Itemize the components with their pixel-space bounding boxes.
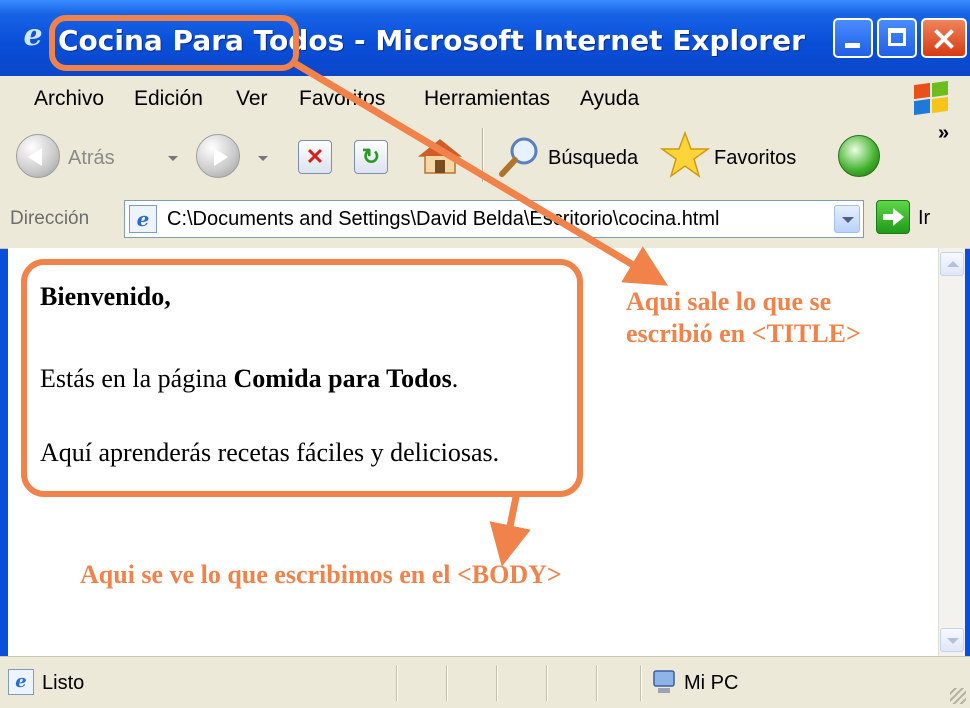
vertical-scrollbar[interactable] bbox=[938, 248, 965, 656]
page-line-2: Estás en la página Comida para Todos. bbox=[40, 364, 458, 394]
page-line-3: Aquí aprenderás recetas fáciles y delici… bbox=[40, 438, 500, 467]
zone-text: Mi PC bbox=[684, 672, 739, 694]
status-text: Listo bbox=[42, 672, 85, 694]
scroll-down-arrow-icon[interactable] bbox=[940, 628, 964, 652]
menu-ver[interactable]: Ver bbox=[236, 87, 268, 111]
body-annotation: Aqui se ve lo que escribimos en el <BODY… bbox=[80, 560, 562, 589]
back-button-label[interactable]: Atrás bbox=[68, 147, 115, 170]
resize-grip-icon[interactable] bbox=[950, 688, 966, 704]
status-separator bbox=[640, 665, 642, 701]
favorites-button-label[interactable]: Favoritos bbox=[714, 147, 796, 170]
windows-logo-icon bbox=[912, 80, 952, 116]
close-button[interactable] bbox=[921, 18, 967, 58]
title-annotation-line-2: escribió en <TITLE> bbox=[626, 319, 861, 348]
page-greeting: Bienvenido, bbox=[40, 282, 171, 311]
minimize-button[interactable] bbox=[833, 18, 873, 58]
title-annotation: Aqui sale lo que se escribió en <TITLE> bbox=[626, 286, 861, 350]
search-icon[interactable] bbox=[497, 134, 543, 180]
stop-icon[interactable]: ✕ bbox=[298, 140, 332, 174]
page-line-2-suffix: . bbox=[451, 364, 459, 393]
menu-favoritos[interactable]: Favoritos bbox=[299, 87, 385, 111]
page-status-icon: e bbox=[8, 669, 34, 695]
status-separator bbox=[596, 665, 598, 701]
app-title: Microsoft Internet Explorer bbox=[375, 24, 805, 57]
back-dropdown-icon[interactable] bbox=[168, 156, 178, 161]
search-button-label[interactable]: Búsqueda bbox=[548, 147, 638, 170]
toolbar-separator bbox=[482, 128, 484, 182]
address-input[interactable]: e C:\Documents and Settings\David Belda\… bbox=[124, 200, 864, 238]
menu-herramientas[interactable]: Herramientas bbox=[424, 87, 550, 111]
back-arrow-icon[interactable] bbox=[16, 134, 60, 178]
go-arrow-icon[interactable] bbox=[876, 200, 910, 234]
menu-ayuda[interactable]: Ayuda bbox=[580, 87, 639, 111]
standard-toolbar bbox=[0, 120, 970, 193]
maximize-button[interactable] bbox=[877, 18, 917, 58]
browser-window: e Cocina Para Todos - Microsoft Internet… bbox=[0, 0, 970, 708]
my-computer-icon bbox=[653, 670, 675, 693]
menu-archivo[interactable]: Archivo bbox=[34, 87, 104, 111]
page-line-2-prefix: Estás en la página bbox=[40, 364, 234, 393]
go-button-label[interactable]: Ir bbox=[918, 207, 930, 230]
menu-edicion[interactable]: Edición bbox=[134, 87, 203, 111]
refresh-icon[interactable]: ↻ bbox=[354, 140, 388, 174]
internet-explorer-icon: e bbox=[23, 18, 43, 53]
menu-bar: Archivo Edición Ver Favoritos Herramient… bbox=[0, 76, 970, 121]
history-icon[interactable] bbox=[838, 135, 880, 177]
home-icon[interactable] bbox=[418, 136, 462, 176]
window-title: Cocina Para Todos - Microsoft Internet E… bbox=[58, 24, 805, 57]
title-bar[interactable]: e Cocina Para Todos - Microsoft Internet… bbox=[0, 0, 970, 76]
scroll-up-arrow-icon[interactable] bbox=[940, 252, 964, 276]
address-label: Dirección bbox=[10, 208, 90, 229]
status-separator bbox=[546, 665, 548, 701]
page-site-name: Comida para Todos bbox=[233, 364, 452, 393]
status-bar: e Listo Mi PC bbox=[0, 656, 970, 708]
status-separator bbox=[496, 665, 498, 701]
status-separator bbox=[446, 665, 448, 701]
toolbar-overflow-chevron-icon[interactable]: » bbox=[938, 122, 949, 145]
status-separator bbox=[396, 665, 398, 701]
address-bar: Dirección e C:\Documents and Settings\Da… bbox=[0, 192, 970, 249]
favorites-star-icon[interactable] bbox=[660, 130, 710, 180]
address-url[interactable]: C:\Documents and Settings\David Belda\Es… bbox=[167, 208, 719, 231]
forward-arrow-icon[interactable] bbox=[196, 134, 240, 178]
title-annotation-line-1: Aqui sale lo que se bbox=[626, 287, 832, 316]
page-title: Cocina Para Todos bbox=[58, 24, 345, 57]
title-separator: - bbox=[353, 24, 376, 57]
page-icon: e bbox=[129, 205, 157, 233]
forward-dropdown-icon[interactable] bbox=[258, 156, 268, 161]
address-dropdown-icon[interactable] bbox=[834, 205, 860, 233]
